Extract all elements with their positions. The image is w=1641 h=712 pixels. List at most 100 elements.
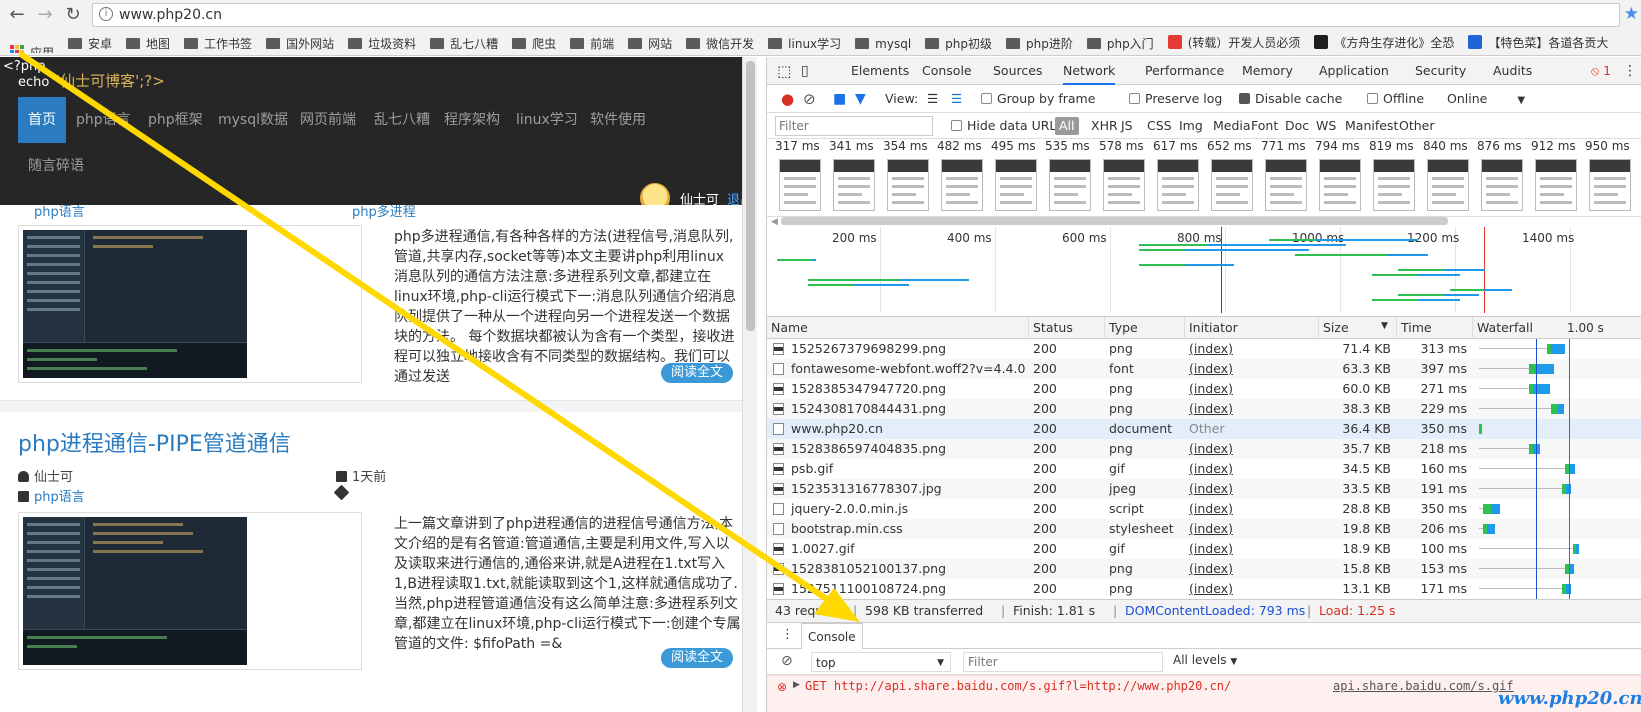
bookmark-item[interactable]: 前端 [570, 33, 614, 54]
offline-checkbox[interactable]: Offline [1367, 85, 1424, 113]
cell-initiator[interactable]: (index) [1189, 459, 1309, 479]
drawer-menu-icon[interactable]: ⋮ [781, 627, 794, 642]
filmstrip-frame[interactable] [1427, 159, 1469, 211]
nav-item[interactable]: linux学习 [506, 97, 588, 143]
table-row[interactable]: psb.gif 200 gif (index) 34.5 KB 160 ms [767, 459, 1641, 479]
cell-initiator[interactable]: (index) [1189, 479, 1309, 499]
filter-type-button[interactable]: All [1055, 117, 1079, 135]
overview-icon[interactable]: ☰ [951, 85, 962, 113]
filter-type-button[interactable]: JS [1121, 117, 1133, 135]
nav-item[interactable]: 网页前端 [290, 97, 366, 143]
bookmark-item[interactable]: mysql [855, 33, 911, 54]
nav-item[interactable]: 软件使用 [580, 97, 656, 143]
filmstrip-frame[interactable] [1589, 159, 1631, 211]
column-header[interactable]: Initiator [1185, 317, 1319, 339]
column-header[interactable]: Name [767, 317, 1029, 339]
reload-icon[interactable]: ↻ [62, 4, 84, 26]
devtools-tab[interactable]: Application [1319, 57, 1389, 85]
table-row[interactable]: 1527511100108724.png 200 png (index) 13.1 KB… [767, 579, 1641, 599]
filmstrip-frame[interactable] [1211, 159, 1253, 211]
bookmark-item[interactable]: (转载）开发人员必须 [1167, 31, 1300, 53]
filmstrip-frame[interactable] [1535, 159, 1577, 211]
post-tag[interactable]: php多进程 [352, 201, 416, 220]
context-select[interactable]: top ▼ [811, 652, 951, 672]
cell-initiator[interactable]: (index) [1189, 519, 1309, 539]
devtools-tab[interactable]: Sources [993, 57, 1042, 85]
filter-input[interactable] [775, 116, 933, 136]
filter-type-button[interactable]: Doc [1285, 117, 1309, 135]
column-header[interactable]: Time [1397, 317, 1473, 339]
scroll-left-icon[interactable]: ◀ [771, 217, 778, 227]
cell-initiator[interactable]: (index) [1189, 399, 1309, 419]
filter-type-button[interactable]: CSS [1147, 117, 1172, 135]
post-thumbnail[interactable] [18, 225, 362, 383]
capture-screenshots-icon[interactable]: ■ [833, 85, 846, 113]
nav-item[interactable]: 随言碎语 [18, 143, 94, 189]
clear-icon[interactable]: ⊘ [803, 85, 816, 113]
cell-initiator[interactable]: (index) [1189, 439, 1309, 459]
cell-initiator[interactable]: (index) [1189, 499, 1309, 519]
table-row[interactable]: 1.0027.gif 200 gif (index) 18.9 KB 100 ms [767, 539, 1641, 559]
bookmark-item[interactable]: 工作书签 [184, 33, 252, 54]
preserve-log-checkbox[interactable]: Preserve log [1129, 85, 1222, 113]
throttle-select[interactable]: Online ▼ [1447, 85, 1525, 113]
cell-initiator[interactable]: (index) [1189, 579, 1309, 599]
post-thumbnail[interactable] [18, 512, 362, 670]
site-info-icon[interactable]: i [99, 7, 113, 21]
bookmark-item[interactable]: 地图 [126, 33, 170, 54]
hide-data-urls-checkbox[interactable]: Hide data URLs [951, 117, 1063, 135]
filter-type-button[interactable]: Other [1399, 117, 1435, 135]
devtools-tab[interactable]: Audits [1493, 57, 1532, 85]
filter-icon[interactable]: ▼ [855, 85, 866, 113]
table-row[interactable]: www.php20.cn 200 document Other 36.4 KB 350 m… [767, 419, 1641, 439]
disable-cache-checkbox[interactable]: Disable cache [1239, 85, 1342, 113]
back-icon[interactable]: ← [6, 4, 28, 26]
nav-item[interactable]: php语言 [66, 97, 141, 143]
large-rows-icon[interactable]: ☰ [927, 85, 938, 113]
filmstrip-frame[interactable] [1049, 159, 1091, 211]
filmstrip-frame[interactable] [833, 159, 875, 211]
bookmark-item[interactable]: 网站 [628, 33, 672, 54]
read-more-button[interactable]: 阅读全文 [660, 363, 733, 383]
address-bar[interactable]: i www.php20.cn ★ [92, 3, 1639, 27]
clear-console-icon[interactable]: ⊘ [781, 653, 793, 669]
cell-initiator[interactable]: (index) [1189, 359, 1309, 379]
filmstrip-frame[interactable] [779, 159, 821, 211]
bookmark-item[interactable]: 应用 [0, 41, 54, 53]
bookmark-item[interactable]: 微信开发 [686, 33, 754, 54]
table-row[interactable]: 1523531316778307.jpg 200 jpeg (index) 33.5 K… [767, 479, 1641, 499]
forward-icon[interactable]: → [34, 4, 56, 26]
filter-type-button[interactable]: Img [1179, 117, 1203, 135]
cell-initiator[interactable]: (index) [1189, 559, 1309, 579]
nav-item[interactable]: php框架 [138, 97, 213, 143]
column-header[interactable]: Status [1029, 317, 1105, 339]
nav-item[interactable]: mysql数据 [208, 97, 298, 143]
table-row[interactable]: 1524308170844431.png 200 png (index) 38.3 KB… [767, 399, 1641, 419]
filmstrip-frame[interactable] [1373, 159, 1415, 211]
table-row[interactable]: 1528386597404835.png 200 png (index) 35.7 KB… [767, 439, 1641, 459]
bookmark-item[interactable]: php入门 [1086, 33, 1154, 54]
device-toolbar-icon[interactable]: ▯ [801, 57, 809, 85]
error-counter[interactable]: ⦸ 1 [1591, 57, 1611, 85]
bookmark-item[interactable]: php进阶 [1006, 33, 1073, 54]
filmstrip-frame[interactable] [1265, 159, 1307, 211]
column-header[interactable]: Waterfall [1473, 317, 1641, 339]
filter-type-button[interactable]: Media [1213, 117, 1251, 135]
cell-initiator[interactable]: (index) [1189, 379, 1309, 399]
bookmark-star-icon[interactable]: ★ [1624, 4, 1639, 24]
bookmark-item[interactable]: 爬虫 [512, 33, 556, 54]
devtools-tab[interactable]: Security [1415, 57, 1466, 85]
inspect-icon[interactable]: ⬚ [777, 57, 791, 85]
table-row[interactable]: bootstrap.min.css 200 stylesheet (index) 19.… [767, 519, 1641, 539]
cell-initiator[interactable]: (index) [1189, 339, 1309, 359]
filmstrip-frame[interactable] [995, 159, 1037, 211]
filter-type-button[interactable]: Manifest [1345, 117, 1398, 135]
filter-type-button[interactable]: Font [1251, 117, 1278, 135]
table-row[interactable]: jquery-2.0.0.min.js 200 script (index) 28.8 … [767, 499, 1641, 519]
read-more-button[interactable]: 阅读全文 [660, 648, 733, 668]
devtools-tab[interactable]: Performance [1145, 57, 1224, 85]
bookmark-item[interactable]: php初级 [925, 33, 992, 54]
post-category[interactable]: php语言 [18, 486, 85, 505]
bookmark-item[interactable]: 垃圾资料 [348, 33, 416, 54]
console-filter-input[interactable] [963, 652, 1163, 672]
